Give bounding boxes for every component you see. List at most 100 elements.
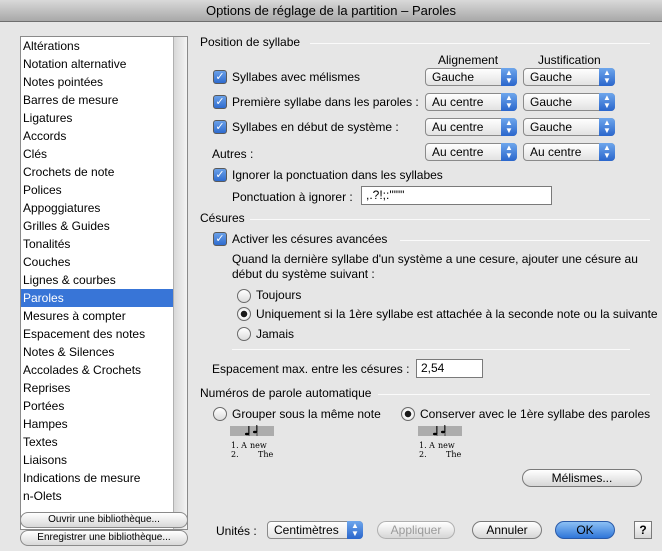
- popup-arrows-icon: ▲ ▼: [501, 118, 517, 136]
- group-example-line2: 2.: [231, 450, 239, 459]
- sidebar-item[interactable]: Paroles: [21, 289, 174, 307]
- first-syllable-alignment-popup[interactable]: Au centre ▲ ▼: [425, 93, 517, 111]
- others-justification-popup[interactable]: Au centre ▲ ▼: [523, 143, 615, 161]
- group-under-note-radio[interactable]: [213, 407, 227, 421]
- help-button[interactable]: ?: [634, 521, 652, 539]
- section-divider: [310, 43, 650, 44]
- sidebar-item[interactable]: Espacement des notes: [21, 325, 174, 343]
- sidebar-item[interactable]: Textes: [21, 433, 174, 451]
- hyphens-title: Césures: [200, 211, 245, 225]
- keep-example-word: new: [438, 441, 455, 450]
- others-alignment-popup[interactable]: Au centre ▲ ▼: [425, 143, 517, 161]
- advanced-hyphens-checkbox[interactable]: ✓: [213, 232, 227, 246]
- ignore-punctuation-checkbox[interactable]: ✓: [213, 168, 227, 182]
- sidebar-item[interactable]: Notes & Silences: [21, 343, 174, 361]
- keep-example-line2: 2.: [419, 450, 427, 459]
- sidebar-item[interactable]: Mesures à compter: [21, 307, 174, 325]
- sidebar-item[interactable]: Reprises: [21, 379, 174, 397]
- hyphen-always-radio[interactable]: [237, 289, 251, 303]
- auto-numbering-title: Numéros de parole automatique: [200, 386, 372, 400]
- hyphen-conditional-label: Uniquement si la 1ère syllabe est attach…: [256, 307, 658, 321]
- keep-with-first-syllable-label: Conserver avec le 1ère syllabe des parol…: [420, 407, 651, 421]
- cancel-button[interactable]: Annuler: [472, 521, 542, 539]
- justification-column-header: Justification: [538, 53, 601, 67]
- dialog-content: Altérations Notation alternative Notes poi…: [0, 22, 662, 551]
- units-popup[interactable]: Centimètres ▲ ▼: [267, 521, 363, 539]
- first-syllable-justification-popup[interactable]: Gauche ▲ ▼: [523, 93, 615, 111]
- popup-arrows-icon: ▲ ▼: [501, 68, 517, 86]
- sidebar-item[interactable]: Notation alternative: [21, 55, 174, 73]
- advanced-hyphens-label: Activer les césures avancées: [232, 232, 388, 246]
- category-list[interactable]: Altérations Notation alternative Notes poi…: [20, 36, 188, 530]
- save-library-button[interactable]: Enregistrer une bibliothèque...: [20, 530, 188, 546]
- category-scrollbar[interactable]: [173, 37, 187, 529]
- first-syllable-justification-value: Gauche: [530, 95, 573, 109]
- melismas-button[interactable]: Mélismes...: [522, 469, 642, 487]
- popup-arrows-icon: ▲ ▼: [599, 143, 615, 161]
- others-justification-value: Au centre: [530, 145, 582, 159]
- others-alignment-value: Au centre: [432, 145, 484, 159]
- group-under-note-label: Grouper sous la même note: [232, 407, 381, 421]
- first-syllable-alignment-value: Au centre: [432, 95, 484, 109]
- sidebar-item[interactable]: Portées: [21, 397, 174, 415]
- sidebar-item[interactable]: Crochets de note: [21, 163, 174, 181]
- max-spacing-label: Espacement max. entre les césures :: [212, 362, 410, 376]
- popup-arrows-icon: ▲ ▼: [501, 93, 517, 111]
- apply-button[interactable]: Appliquer: [377, 521, 455, 539]
- system-start-justification-popup[interactable]: Gauche ▲ ▼: [523, 118, 615, 136]
- sidebar-item[interactable]: Barres de mesure: [21, 91, 174, 109]
- sidebar-item[interactable]: Ligatures: [21, 109, 174, 127]
- melisma-justification-value: Gauche: [530, 70, 573, 84]
- sidebar-item[interactable]: Clés: [21, 145, 174, 163]
- melisma-syllables-checkbox[interactable]: ✓: [213, 70, 227, 84]
- sidebar-item[interactable]: Grilles & Guides: [21, 217, 174, 235]
- sidebar-item[interactable]: Appoggiatures: [21, 199, 174, 217]
- hyphens-description-line2: début du système suivant :: [232, 267, 375, 281]
- sidebar-item[interactable]: Lignes & courbes: [21, 271, 174, 289]
- group-example-line1: 1. A: [231, 441, 247, 450]
- system-start-alignment-popup[interactable]: Au centre ▲ ▼: [425, 118, 517, 136]
- sidebar-item[interactable]: Hampes: [21, 415, 174, 433]
- sidebar-item[interactable]: Accolades & Crochets: [21, 361, 174, 379]
- punctuation-field[interactable]: ,.?!;:'""": [361, 186, 552, 205]
- syllable-position-title: Position de syllabe: [200, 35, 301, 49]
- system-start-checkbox[interactable]: ✓: [213, 120, 227, 134]
- sidebar-item[interactable]: Accords: [21, 127, 174, 145]
- units-label: Unités :: [216, 524, 257, 538]
- sidebar-item[interactable]: Couches: [21, 253, 174, 271]
- units-value: Centimètres: [274, 523, 339, 537]
- keep-with-first-syllable-radio[interactable]: [401, 407, 415, 421]
- section-divider: [378, 394, 650, 395]
- section-divider: [400, 240, 650, 241]
- keep-example-word2: The: [446, 450, 462, 459]
- popup-arrows-icon: ▲ ▼: [347, 521, 363, 539]
- max-spacing-field[interactable]: 2,54: [416, 359, 483, 378]
- ok-button[interactable]: OK: [555, 521, 615, 539]
- keep-example-line1: 1. A: [419, 441, 435, 450]
- hyphen-conditional-radio[interactable]: [237, 307, 251, 321]
- popup-arrows-icon: ▲ ▼: [599, 118, 615, 136]
- hyphen-never-label: Jamais: [256, 327, 295, 341]
- sidebar-item[interactable]: Polices: [21, 181, 174, 199]
- group-example-word: new: [250, 441, 267, 450]
- alignment-column-header: Alignement: [438, 53, 499, 67]
- popup-arrows-icon: ▲ ▼: [599, 68, 615, 86]
- popup-arrows-icon: ▲ ▼: [501, 143, 517, 161]
- sidebar-item[interactable]: Altérations: [21, 37, 174, 55]
- sidebar-item[interactable]: Notes pointées: [21, 73, 174, 91]
- sidebar-item[interactable]: n-Olets: [21, 487, 174, 505]
- hyphen-never-radio[interactable]: [237, 327, 251, 341]
- sidebar-item[interactable]: Indications de mesure: [21, 469, 174, 487]
- sidebar-item[interactable]: Tonalités: [21, 235, 174, 253]
- melisma-alignment-popup[interactable]: Gauche ▲ ▼: [425, 68, 517, 86]
- section-divider: [232, 349, 630, 350]
- melisma-justification-popup[interactable]: Gauche ▲ ▼: [523, 68, 615, 86]
- sidebar-item[interactable]: Liaisons: [21, 451, 174, 469]
- popup-arrows-icon: ▲ ▼: [599, 93, 615, 111]
- category-list-items: Altérations Notation alternative Notes poi…: [21, 37, 174, 505]
- first-syllable-checkbox[interactable]: ✓: [213, 95, 227, 109]
- melisma-syllables-label: Syllabes avec mélismes: [232, 70, 361, 84]
- melisma-alignment-value: Gauche: [432, 70, 475, 84]
- others-label: Autres :: [212, 147, 254, 161]
- open-library-button[interactable]: Ouvrir une bibliothèque...: [20, 512, 188, 528]
